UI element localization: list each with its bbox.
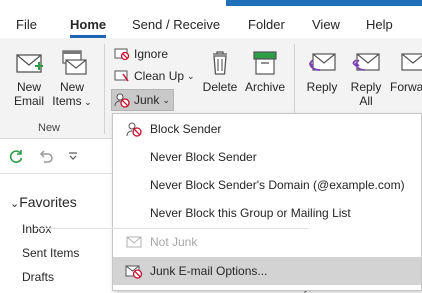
forward-button[interactable]: Forwa (390, 48, 422, 94)
new-items-icon (62, 50, 87, 75)
junk-icon (114, 93, 130, 108)
clean-up-button[interactable]: Clean Up ⌄ (114, 69, 195, 83)
forward-label: Forwa (390, 80, 422, 94)
new-email-icon (16, 54, 43, 73)
archive-label: Archive (244, 80, 285, 94)
new-email-button[interactable]: New Email (10, 48, 48, 108)
chevron-down-icon: ⌄ (187, 70, 195, 81)
tab-help[interactable]: Help (366, 17, 393, 32)
clean-up-icon (114, 70, 129, 82)
nav-item-inbox[interactable]: Inbox (22, 222, 51, 236)
reply-all-icon (352, 53, 380, 71)
delete-label: Delete (202, 80, 238, 94)
ignore-label: Ignore (134, 47, 169, 61)
menu-item-never-block-group[interactable]: Never Block this Group or Mailing List (113, 199, 421, 227)
nav-item-sent-items[interactable]: Sent Items (22, 246, 79, 260)
junk-dropdown-menu: Block Sender Never Block Sender Never Bl… (112, 113, 422, 291)
reply-all-label-1: Reply (350, 80, 382, 94)
tab-folder[interactable]: Folder (248, 17, 285, 32)
favorites-label: Favorites (19, 194, 77, 210)
undo-icon[interactable] (38, 148, 54, 164)
tab-file[interactable]: File (16, 17, 37, 32)
menu-item-never-block-sender[interactable]: Never Block Sender (113, 143, 421, 171)
menu-item-not-junk: Not Junk (113, 228, 421, 256)
group-label-new: New (38, 122, 61, 134)
junk-options-label: Junk E-mail Options... (150, 264, 268, 278)
forward-icon (401, 53, 422, 71)
favorites-header[interactable]: ⌄Favorites (10, 194, 77, 210)
chevron-down-icon: ⌄ (81, 97, 92, 107)
not-junk-label: Not Junk (150, 235, 198, 249)
new-items-button[interactable]: New Items ⌄ (50, 48, 94, 109)
navigation-pane (0, 174, 112, 291)
quick-access-toolbar (0, 139, 112, 174)
block-sender-icon (126, 122, 142, 137)
ignore-button[interactable]: Ignore (114, 47, 168, 61)
trash-icon (213, 51, 227, 75)
send-receive-all-icon[interactable] (8, 148, 24, 164)
junk-options-icon (125, 265, 143, 279)
reply-all-button[interactable]: Reply All (346, 48, 386, 108)
ribbon-tabs: File Home Send / Receive Folder View Hel… (0, 6, 422, 38)
menu-item-never-block-domain[interactable]: Never Block Sender's Domain (@example.co… (113, 171, 421, 199)
reply-label: Reply (306, 80, 338, 94)
never-block-group-label: Never Block this Group or Mailing List (150, 206, 351, 220)
reply-button[interactable]: Reply (302, 48, 342, 94)
chevron-down-icon: ⌄ (162, 94, 170, 105)
delete-button[interactable]: Delete (200, 48, 240, 94)
archive-button[interactable]: Archive (240, 48, 290, 94)
new-items-label-2: Items (52, 94, 82, 108)
not-junk-icon (126, 236, 142, 248)
tab-view[interactable]: View (312, 17, 340, 32)
new-email-label-2: Email (13, 94, 44, 108)
archive-icon (253, 51, 277, 75)
reply-all-label-2: All (359, 94, 373, 108)
reply-icon (309, 53, 336, 71)
ignore-icon (114, 48, 130, 61)
menu-item-block-sender[interactable]: Block Sender (113, 115, 421, 143)
never-block-sender-label: Never Block Sender (150, 150, 257, 164)
menu-item-junk-options[interactable]: Junk E-mail Options... (113, 257, 421, 285)
menu-separator (36, 228, 308, 229)
never-block-domain-label: Never Block Sender's Domain (@example.co… (150, 178, 405, 192)
customize-toolbar-icon[interactable] (68, 151, 78, 161)
new-items-label-1: New (59, 80, 84, 94)
ribbon-separator (104, 44, 105, 134)
chevron-down-icon: ⌄ (10, 198, 20, 210)
tab-send-receive[interactable]: Send / Receive (132, 17, 220, 32)
block-sender-label: Block Sender (150, 122, 222, 136)
tab-home[interactable]: Home (70, 17, 106, 32)
junk-label: Junk (134, 93, 160, 107)
new-email-label-1: New (16, 80, 41, 94)
junk-button[interactable]: Junk ⌄ (114, 92, 170, 108)
clean-up-label: Clean Up (134, 69, 185, 83)
nav-item-drafts[interactable]: Drafts (22, 270, 54, 284)
